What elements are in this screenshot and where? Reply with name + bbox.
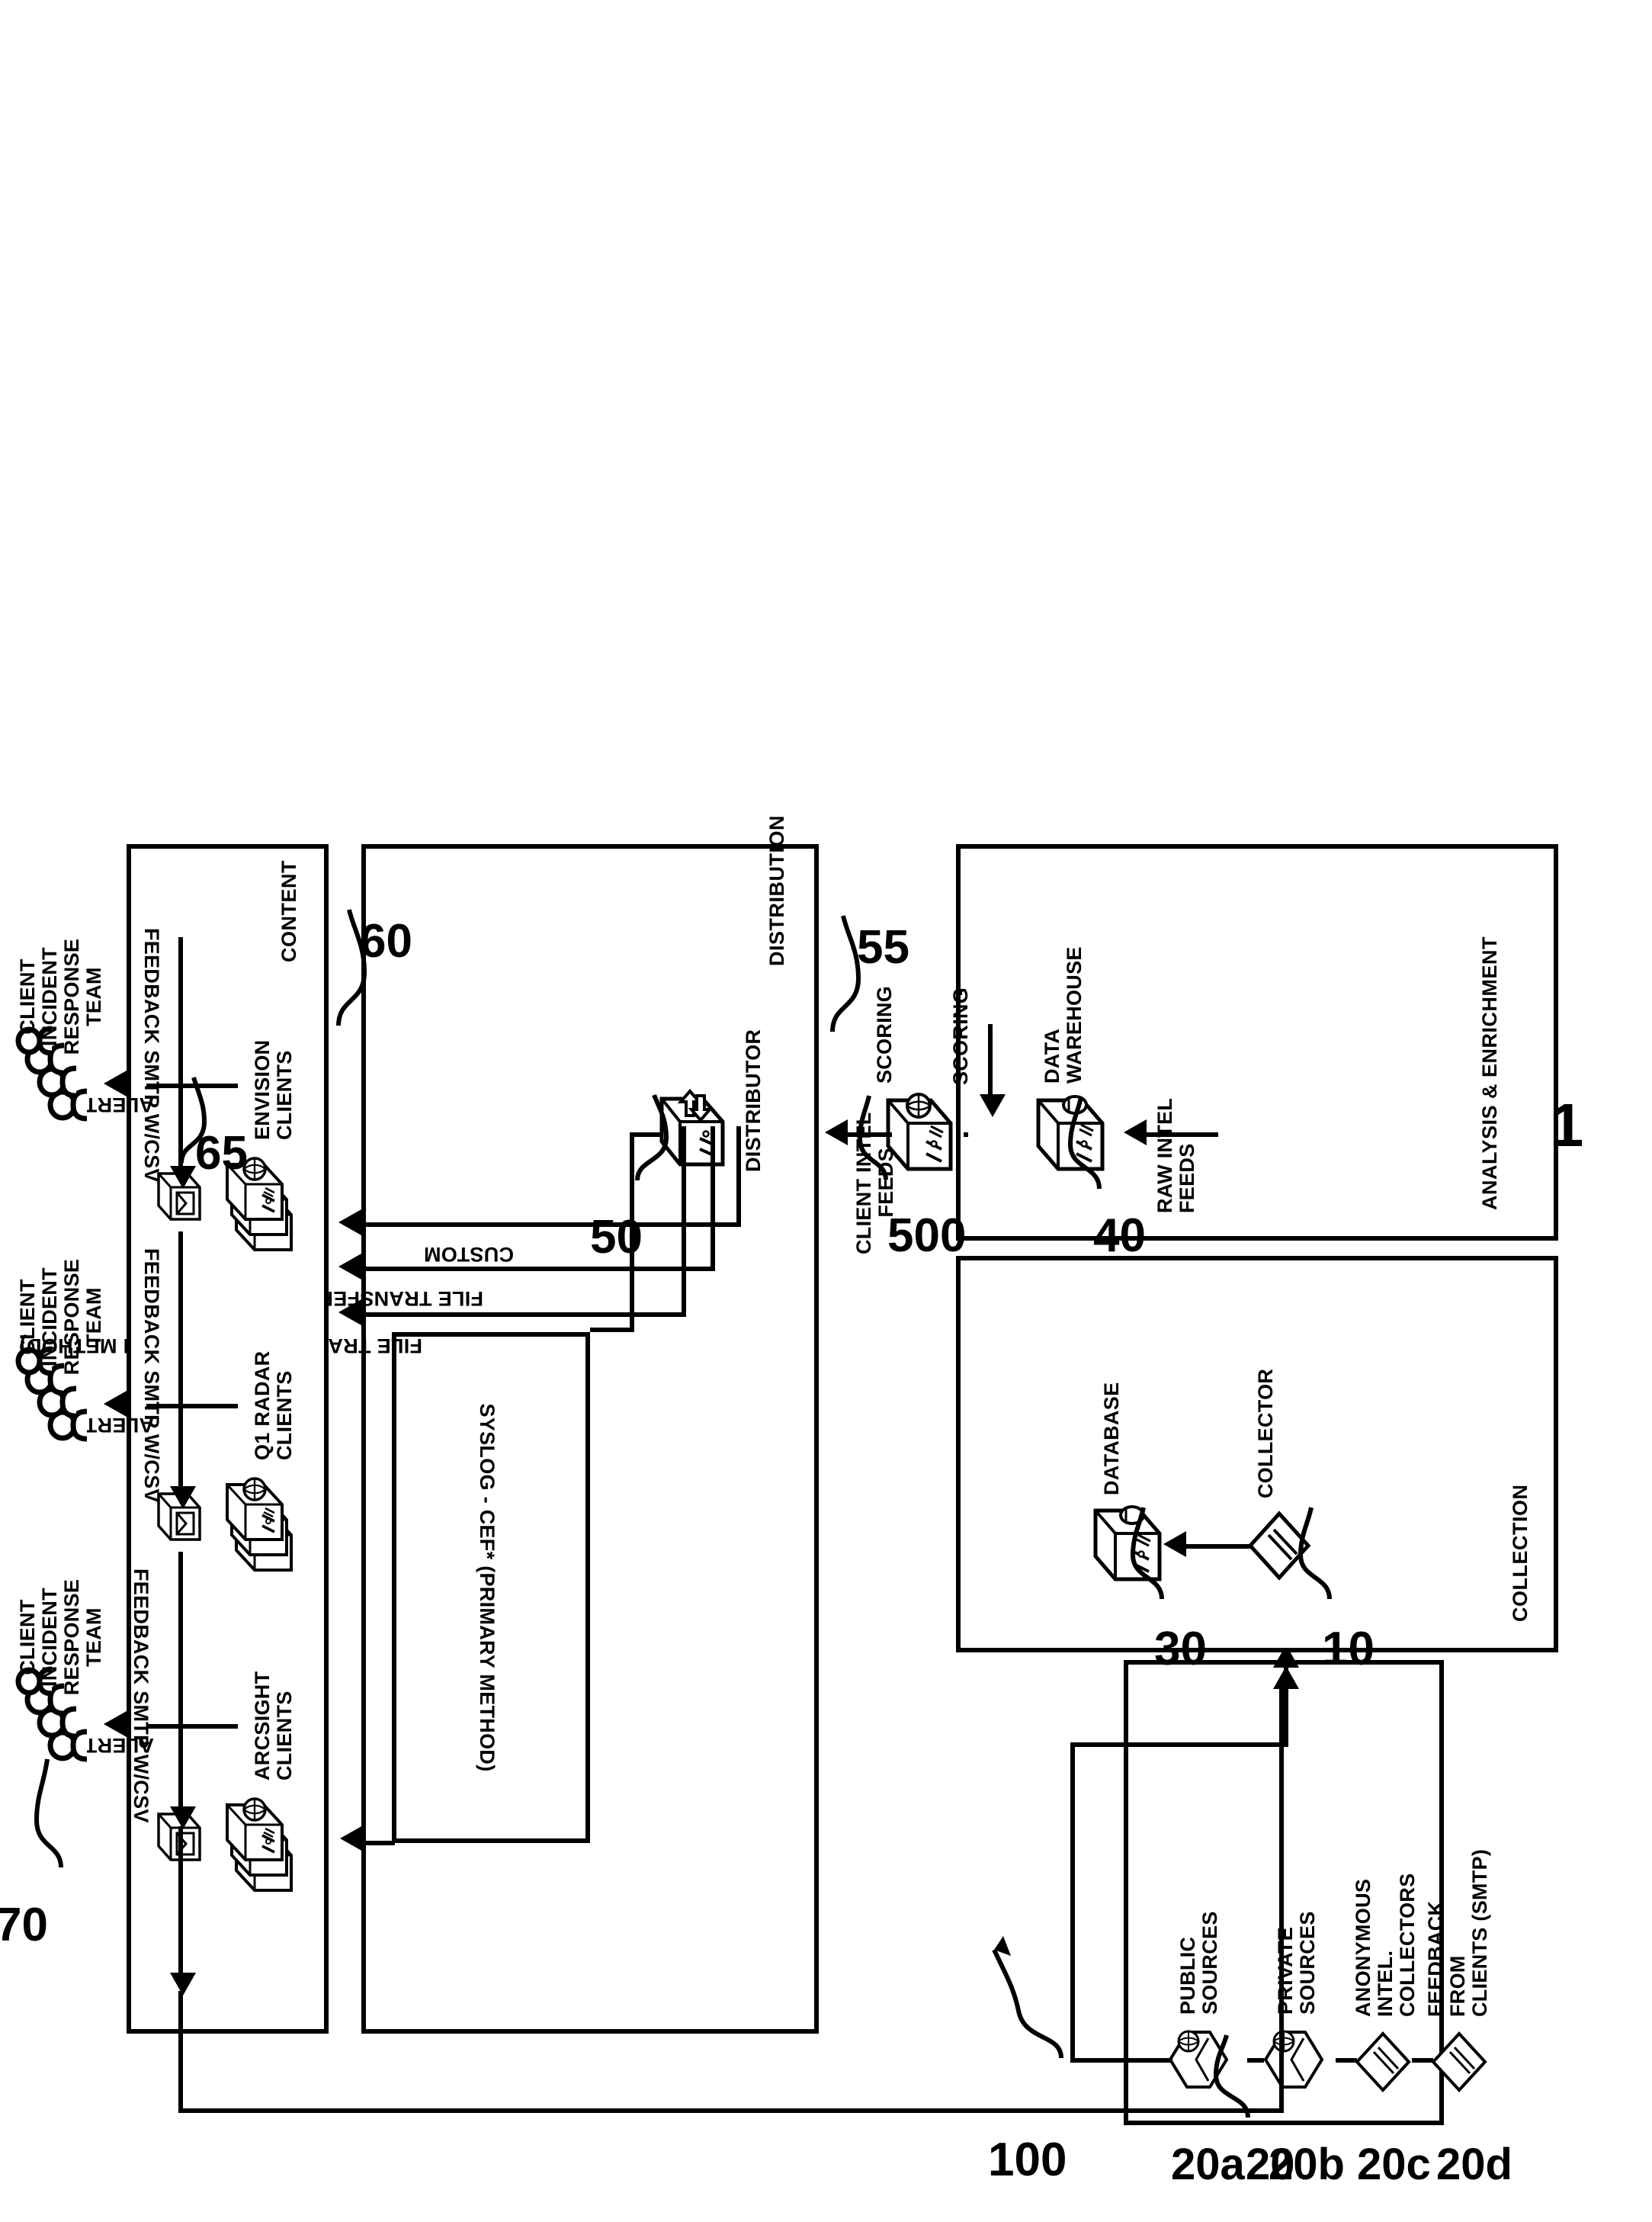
ref-50: 50 [589, 1211, 643, 1264]
scoring-flow-label: SCORING [948, 987, 972, 1085]
arcsight-clients-label: ARCSIGHT CLIENTS [250, 1671, 296, 1780]
syslog-cef-label: SYSLOG - CEF* (PRIMARY METHOD) [475, 1403, 499, 1772]
ref-10-leader [1293, 1503, 1342, 1602]
feedback-arrowhead-3 [169, 1166, 196, 1189]
feedback-loop-arrowhead [1272, 1666, 1299, 1689]
condor-run [710, 1126, 715, 1271]
ref-40-leader [1061, 1093, 1112, 1192]
ref-60-leader [325, 907, 376, 1029]
source-riser-20d [1411, 2058, 1433, 2063]
bus-to-collector [1070, 1742, 1151, 1747]
bus-vertical [1070, 2058, 1154, 2063]
feedback-run-2 [178, 1231, 183, 1486]
alerts-line-1 [146, 1724, 238, 1729]
ref-100-leader [971, 1919, 1074, 2064]
feedback-loop-bottom [1278, 1686, 1284, 2113]
feedback-run-1 [178, 1552, 183, 1806]
arcsight-clients-icon [215, 1782, 314, 1896]
client-intel-feeds-arrowhead [824, 1119, 848, 1145]
feedback-exit-run [178, 1826, 183, 1973]
syslog-to-arcsight-arrowhead [339, 1825, 363, 1851]
collector-to-database-arrowhead [1163, 1531, 1186, 1557]
alerts-line-2 [146, 1404, 238, 1408]
ref-30: 30 [1153, 1623, 1207, 1675]
sources-bus-down [1150, 1742, 1288, 1747]
panel-label-distribution: DISTRIBUTION [765, 815, 788, 966]
raw-intel-feeds-arrowhead [1123, 1119, 1147, 1145]
syslog-run [629, 1132, 634, 1332]
client-intel-feeds-label: CLIENT INTEL FEEDS [852, 1112, 897, 1254]
team-label-3: CLIENT INCIDENT RESPONSE TEAM [15, 938, 105, 1055]
scoring-flow-arrowhead [979, 1094, 1006, 1117]
collector-to-database-line [1184, 1544, 1250, 1549]
custom-run [736, 1126, 741, 1227]
syslog-riser [589, 1328, 633, 1332]
syslog-to-arcsight-line [359, 1841, 395, 1845]
ref-500: 500 [887, 1209, 966, 1262]
figure-canvas: PUBLIC SOURCES PRIVATE SOURCES ANONYMOUS… [0, 66, 1596, 2189]
q1radar-clients-label: Q1 RADAR CLIENTS [250, 1350, 296, 1460]
scoring-engine-label: SCORING [872, 985, 896, 1084]
source-riser-20c [1335, 2058, 1357, 2063]
source-label-20a: PUBLIC SOURCES [1176, 1911, 1221, 2015]
envision-clients-label: ENVISION CLIENTS [250, 1039, 296, 1140]
feedback-arrowhead-2 [169, 1486, 196, 1509]
distributor-label: DISTRIBUTOR [741, 1029, 765, 1172]
panel-label-collection: COLLECTION [1508, 1484, 1532, 1623]
team-label-2: CLIENT INCIDENT RESPONSE TEAM [15, 1258, 105, 1376]
ref-20c: 20c [1356, 2140, 1431, 2189]
source-icon-20b [1261, 2025, 1326, 2095]
feedback-run-3 [178, 937, 183, 1166]
feedback-loop-top [178, 1991, 183, 2113]
condor-riser [359, 1267, 715, 1271]
ref-20a: 20a [1170, 2140, 1245, 2189]
client-intel-stub [963, 1132, 968, 1137]
source-label-20d: FEEDBACK FROM CLIENTS (SMTP) [1423, 1848, 1491, 2017]
patent-figure-page: FIG. 1 PUBLIC SOURCES PRIVATE SOURCES [0, 0, 1652, 2222]
ref-70-leader [30, 1756, 75, 1870]
syslog-to-distributor [629, 1132, 663, 1137]
ref-55-leader [819, 913, 870, 1035]
custom-label: CUSTOM [423, 1243, 514, 1266]
source-label-20c: ANONYMOUS INTEL. COLLECTORS [1351, 1873, 1419, 2017]
exception-riser [359, 1312, 686, 1317]
condor-arrowhead [338, 1254, 361, 1280]
ref-40: 40 [1092, 1209, 1146, 1262]
ref-70: 70 [0, 1899, 48, 1951]
panel-label-content: CONTENT [277, 860, 300, 962]
data-warehouse-label: DATA WAREHOUSE [1040, 946, 1086, 1084]
custom-arrowhead [338, 1209, 361, 1235]
alerts-line-3 [146, 1084, 238, 1088]
scoring-flow-line [987, 1024, 993, 1094]
source-icon-20d [1429, 2029, 1490, 2095]
source-icon-20c [1352, 2029, 1413, 2095]
panel-label-analysis: ANALYSIS & ENRICHMENT [1477, 936, 1501, 1210]
ref-10: 10 [1321, 1623, 1375, 1675]
ref-100: 100 [987, 2134, 1067, 2186]
collector-label: COLLECTOR [1253, 1368, 1277, 1498]
database-label: DATABASE [1099, 1382, 1123, 1495]
team-label-1: CLIENT INCIDENT RESPONSE TEAM [15, 1578, 105, 1696]
ref-20-leader [1204, 2029, 1261, 2121]
raw-intel-feeds-label: RAW INTEL FEEDS [1153, 1098, 1198, 1213]
exception-run [681, 1126, 686, 1317]
ref-20d: 20d [1435, 2140, 1512, 2189]
ref-20b: 20b [1268, 2140, 1345, 2189]
feedback-loop-vertical [178, 2108, 1284, 2113]
ref-65-leader [169, 1074, 217, 1166]
q1radar-clients-icon [215, 1462, 314, 1576]
custom-riser [359, 1222, 741, 1227]
